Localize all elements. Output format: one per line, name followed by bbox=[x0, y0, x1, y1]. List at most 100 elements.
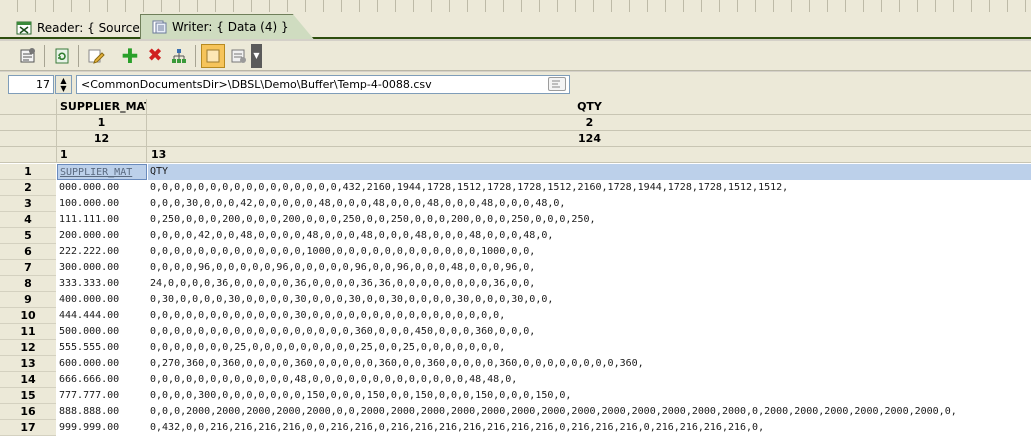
toolbar-dropdown-button[interactable]: ▼ bbox=[251, 44, 262, 68]
properties-icon bbox=[20, 48, 35, 63]
row-number[interactable]: 2 bbox=[0, 180, 56, 196]
writer-icon bbox=[151, 20, 167, 34]
row-number[interactable]: 5 bbox=[0, 228, 56, 244]
cell-supplier-mat[interactable]: 300.000.00 bbox=[57, 260, 147, 276]
table-row[interactable]: 8 333.333.00 24,0,0,0,0,36,0,0,0,0,0,36,0,… bbox=[0, 276, 1031, 292]
cell-qty[interactable]: 0,0,0,30,0,0,0,42,0,0,0,0,0,48,0,0,0,48,… bbox=[148, 196, 1031, 212]
cell-supplier-mat[interactable]: 000.000.00 bbox=[57, 180, 147, 196]
table-row[interactable]: 7 300.000.00 0,0,0,0,96,0,0,0,0,0,96,0,0,0… bbox=[0, 260, 1031, 276]
cell-qty[interactable]: 0,0,0,0,300,0,0,0,0,0,0,0,150,0,0,0,150,… bbox=[148, 388, 1031, 404]
cell-supplier-mat[interactable]: 100.000.00 bbox=[57, 196, 147, 212]
cell-supplier-mat[interactable]: 111.111.00 bbox=[57, 212, 147, 228]
column-width: 124 bbox=[578, 132, 601, 145]
row-number[interactable]: 9 bbox=[0, 292, 56, 308]
cell-supplier-mat[interactable]: 555.555.00 bbox=[57, 340, 147, 356]
row-number[interactable]: 7 bbox=[0, 260, 56, 276]
table-row[interactable]: 3 100.000.00 0,0,0,30,0,0,0,42,0,0,0,0,0,4… bbox=[0, 196, 1031, 212]
options-button[interactable] bbox=[227, 44, 251, 68]
cell-qty[interactable]: 0,0,0,0,96,0,0,0,0,0,96,0,0,0,0,0,96,0,0… bbox=[148, 260, 1031, 276]
table-row[interactable]: 15 777.777.00 0,0,0,0,300,0,0,0,0,0,0,0,15… bbox=[0, 388, 1031, 404]
hierarchy-button[interactable] bbox=[167, 44, 191, 68]
table-row[interactable]: 10 444.444.00 0,0,0,0,0,0,0,0,0,0,0,0,30,0… bbox=[0, 308, 1031, 324]
table-row[interactable]: 11 500.000.00 0,0,0,0,0,0,0,0,0,0,0,0,0,0,… bbox=[0, 324, 1031, 340]
row-number[interactable]: 13 bbox=[0, 356, 56, 372]
table-row[interactable]: 9 400.000.00 0,30,0,0,0,0,30,0,0,0,0,30,0,… bbox=[0, 292, 1031, 308]
cell-qty[interactable]: 0,0,0,0,0,0,0,0,0,0,0,0,0,1000,0,0,0,0,0… bbox=[148, 244, 1031, 260]
cell-qty[interactable]: QTY bbox=[148, 164, 1031, 180]
column-width: 12 bbox=[56, 131, 147, 147]
options-icon bbox=[231, 49, 246, 63]
cell-supplier-mat[interactable]: 444.444.00 bbox=[57, 308, 147, 324]
cell-supplier-mat[interactable]: 222.222.00 bbox=[57, 244, 147, 260]
header-width-row: 12 124 bbox=[0, 131, 1031, 147]
column-header-qty[interactable]: QTY bbox=[148, 99, 1031, 115]
row-number[interactable]: 4 bbox=[0, 212, 56, 228]
table-row[interactable]: 16 888.888.00 0,0,0,2000,2000,2000,2000,20… bbox=[0, 404, 1031, 420]
sheet-grid-strip bbox=[0, 0, 1031, 12]
cell-supplier-mat[interactable]: 500.000.00 bbox=[57, 324, 147, 340]
cell-qty[interactable]: 0,0,0,2000,2000,2000,2000,2000,0,0,2000,… bbox=[148, 404, 1031, 420]
cell-supplier-mat[interactable]: 666.666.00 bbox=[57, 372, 147, 388]
row-number[interactable]: 14 bbox=[0, 372, 56, 388]
header-index-row: 1 2 bbox=[0, 115, 1031, 131]
cell-supplier-mat[interactable]: 400.000.00 bbox=[57, 292, 147, 308]
cell-qty[interactable]: 0,250,0,0,0,200,0,0,0,200,0,0,0,250,0,0,… bbox=[148, 212, 1031, 228]
properties-button[interactable] bbox=[16, 44, 40, 68]
header-position-row: 1 13 bbox=[0, 147, 1031, 163]
toolbar: ✚ ✖ ▼ bbox=[0, 41, 1031, 71]
edit-button[interactable] bbox=[84, 44, 108, 68]
cell-supplier-mat[interactable]: 777.777.00 bbox=[57, 388, 147, 404]
row-number[interactable]: 6 bbox=[0, 244, 56, 260]
row-number[interactable]: 12 bbox=[0, 340, 56, 356]
tab-writer[interactable]: Writer: { Data (4) } bbox=[140, 14, 314, 39]
tab-reader-label: Reader: { Source } bbox=[37, 20, 152, 35]
cell-supplier-mat[interactable]: 888.888.00 bbox=[57, 404, 147, 420]
table-row[interactable]: 13 600.000.00 0,270,360,0,360,0,0,0,0,360,… bbox=[0, 356, 1031, 372]
row-number[interactable]: 3 bbox=[0, 196, 56, 212]
refresh-button[interactable] bbox=[50, 44, 74, 68]
toolbar-separator bbox=[195, 45, 196, 67]
table-row[interactable]: 4 111.111.00 0,250,0,0,0,200,0,0,0,200,0,0… bbox=[0, 212, 1031, 228]
cell-supplier-mat[interactable]: 600.000.00 bbox=[57, 356, 147, 372]
cell-qty[interactable]: 0,30,0,0,0,0,30,0,0,0,0,30,0,0,0,30,0,0,… bbox=[148, 292, 1031, 308]
table-row[interactable]: 5 200.000.00 0,0,0,0,42,0,0,48,0,0,0,0,48,… bbox=[0, 228, 1031, 244]
cell-qty[interactable]: 0,0,0,0,0,0,0,0,0,0,0,0,30,0,0,0,0,0,0,0… bbox=[148, 308, 1031, 324]
header-names-row: SUPPLIER_MAT QTY bbox=[0, 99, 1031, 115]
cell-qty[interactable]: 0,0,0,0,42,0,0,48,0,0,0,0,48,0,0,0,48,0,… bbox=[148, 228, 1031, 244]
delete-icon: ✖ bbox=[147, 45, 163, 66]
view-toggle-button[interactable] bbox=[201, 44, 225, 68]
row-number[interactable]: 11 bbox=[0, 324, 56, 340]
cell-qty[interactable]: 0,0,0,0,0,0,0,0,0,0,0,0,0,0,0,0,0,360,0,… bbox=[148, 324, 1031, 340]
cell-supplier-mat[interactable]: SUPPLIER_MAT bbox=[57, 164, 147, 180]
row-number[interactable]: 10 bbox=[0, 308, 56, 324]
cell-supplier-mat[interactable]: 200.000.00 bbox=[57, 228, 147, 244]
cell-qty[interactable]: 0,0,0,0,0,0,0,25,0,0,0,0,0,0,0,0,0,25,0,… bbox=[148, 340, 1031, 356]
table-row[interactable]: 14 666.666.00 0,0,0,0,0,0,0,0,0,0,0,0,48,0… bbox=[0, 372, 1031, 388]
row-number[interactable]: 8 bbox=[0, 276, 56, 292]
delete-button[interactable]: ✖ bbox=[143, 44, 167, 68]
cell-qty[interactable]: 0,432,0,0,216,216,216,216,0,0,216,216,0,… bbox=[148, 420, 1031, 436]
cell-supplier-mat[interactable]: 333.333.00 bbox=[57, 276, 147, 292]
table-row[interactable]: 2 000.000.00 0,0,0,0,0,0,0,0,0,0,0,0,0,0,0… bbox=[0, 180, 1031, 196]
column-header-supplier-mat[interactable]: SUPPLIER_MAT bbox=[56, 99, 147, 115]
table-row[interactable]: 1 SUPPLIER_MAT QTY bbox=[0, 164, 1031, 180]
row-number-spinner[interactable]: ▲ ▼ bbox=[55, 75, 72, 94]
row-number-field[interactable]: 17 bbox=[8, 75, 54, 94]
tab-writer-label: Writer: { Data (4) } bbox=[172, 20, 289, 34]
cell-qty[interactable]: 0,0,0,0,0,0,0,0,0,0,0,0,48,0,0,0,0,0,0,0… bbox=[148, 372, 1031, 388]
table-row[interactable]: 12 555.555.00 0,0,0,0,0,0,0,25,0,0,0,0,0,0… bbox=[0, 340, 1031, 356]
reader-icon bbox=[16, 21, 32, 35]
row-number[interactable]: 1 bbox=[0, 164, 56, 180]
cell-supplier-mat[interactable]: 999.999.00 bbox=[57, 420, 147, 436]
add-button[interactable]: ✚ bbox=[118, 44, 142, 68]
row-number[interactable]: 15 bbox=[0, 388, 56, 404]
browse-button[interactable] bbox=[548, 77, 566, 91]
cell-qty[interactable]: 0,0,0,0,0,0,0,0,0,0,0,0,0,0,0,0,432,2160… bbox=[148, 180, 1031, 196]
row-number[interactable]: 16 bbox=[0, 404, 56, 420]
cell-qty[interactable]: 24,0,0,0,0,36,0,0,0,0,0,36,0,0,0,0,36,36… bbox=[148, 276, 1031, 292]
row-number[interactable]: 17 bbox=[0, 420, 56, 436]
cell-qty[interactable]: 0,270,360,0,360,0,0,0,0,360,0,0,0,0,0,36… bbox=[148, 356, 1031, 372]
file-path-field[interactable]: <CommonDocumentsDir>\DBSL\Demo\Buffer\Te… bbox=[76, 75, 570, 94]
table-row[interactable]: 17 999.999.00 0,432,0,0,216,216,216,216,0,… bbox=[0, 420, 1031, 436]
table-row[interactable]: 6 222.222.00 0,0,0,0,0,0,0,0,0,0,0,0,0,100… bbox=[0, 244, 1031, 260]
